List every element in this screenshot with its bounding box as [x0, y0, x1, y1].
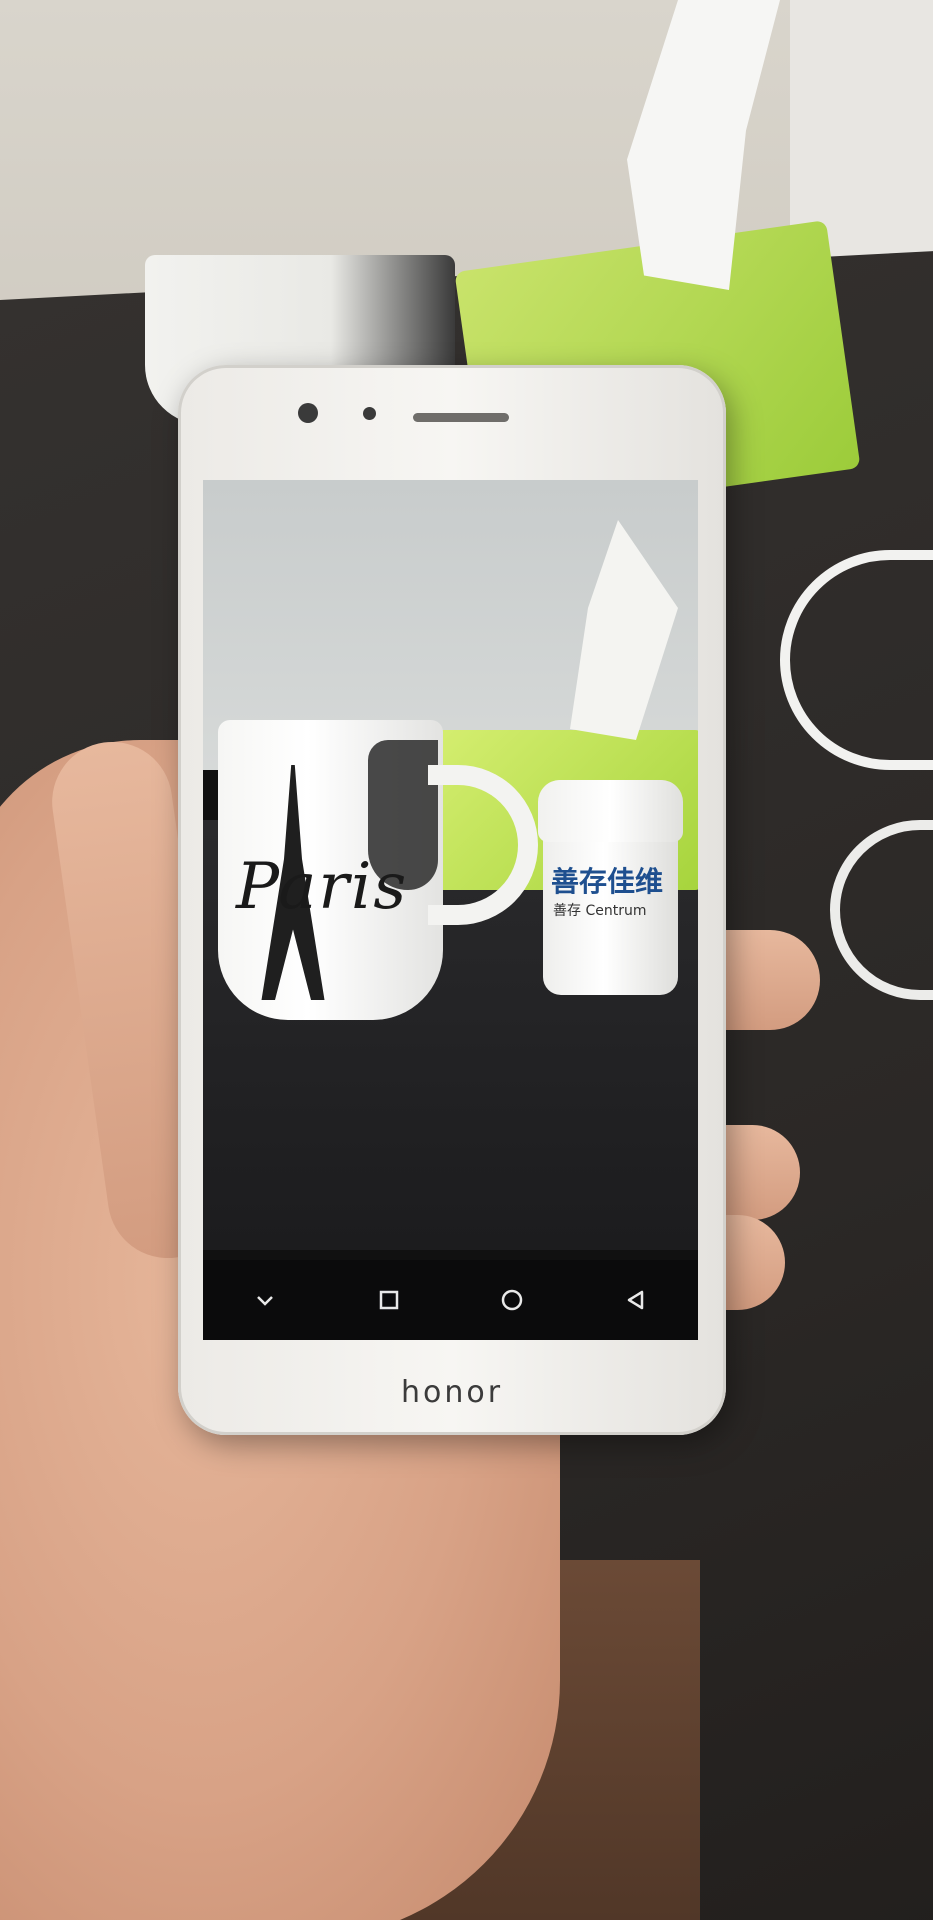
back-button[interactable] [606, 1270, 666, 1330]
square-icon [379, 1290, 398, 1310]
front-camera [298, 403, 318, 423]
home-button[interactable] [482, 1270, 542, 1330]
circle-icon [502, 1289, 523, 1311]
smartphone: Paris 善存佳维 善存 Centrum honor [178, 365, 726, 1435]
phone-screen[interactable]: Paris 善存佳维 善存 Centrum [203, 480, 698, 1340]
photo-scene: Paris 善存佳维 善存 Centrum honor [0, 0, 933, 1920]
mug-paris-text: Paris [236, 850, 409, 924]
earpiece-speaker [413, 413, 509, 422]
proximity-sensor [363, 407, 376, 420]
honor-brand-logo: honor [400, 1375, 504, 1410]
triangle-back-icon [627, 1290, 644, 1310]
recent-apps-button[interactable] [359, 1270, 419, 1330]
hide-navbar-button[interactable] [235, 1270, 295, 1330]
bottle-cap [538, 780, 683, 842]
android-navigation-bar [203, 1260, 698, 1340]
bottle-sub-label: 善存 Centrum [553, 903, 647, 919]
chevron-down-icon [256, 1296, 273, 1306]
screen-photo-mug: Paris [218, 720, 443, 1020]
